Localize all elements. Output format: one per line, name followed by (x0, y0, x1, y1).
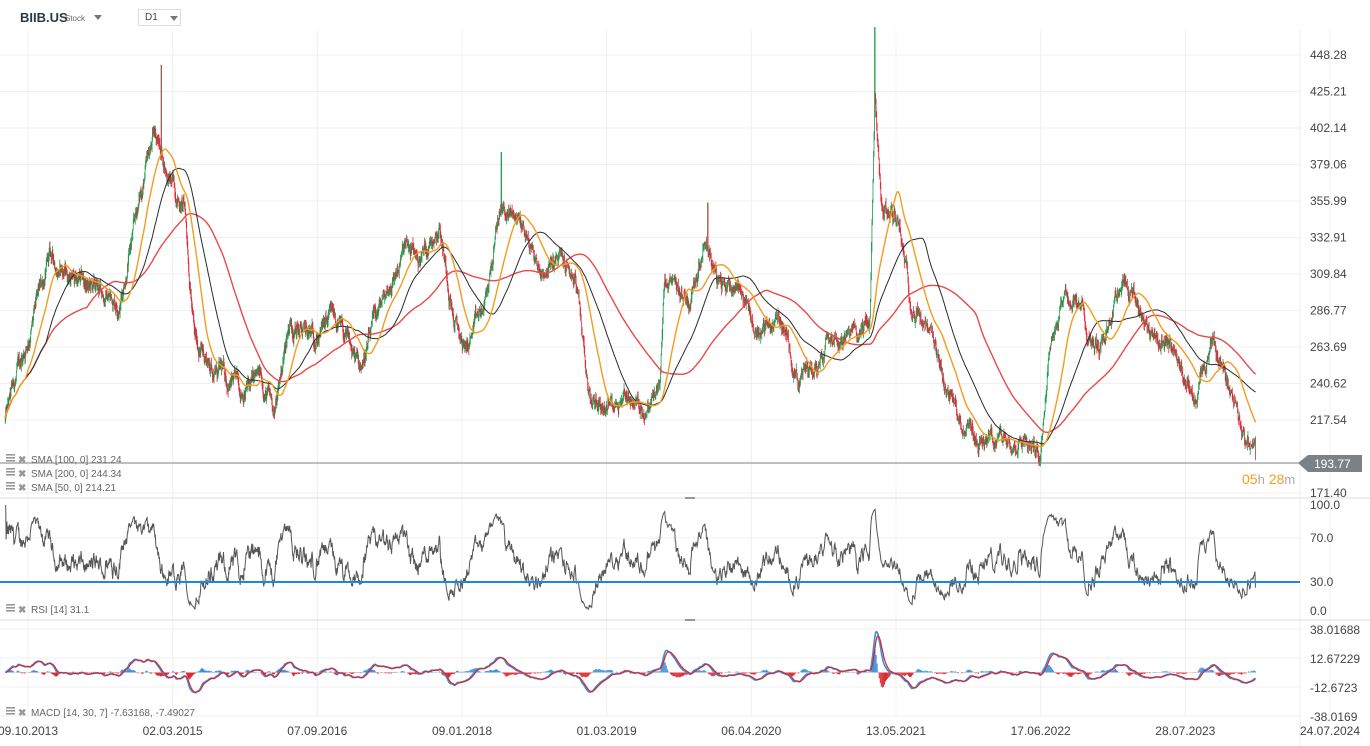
price-tick-label: 332.91 (1310, 231, 1347, 245)
sma-50-legend-text: SMA [50, 0] 214.21 (31, 483, 116, 494)
menu-icon-bar (6, 488, 15, 490)
macd-tick-label: -38.0169 (1310, 710, 1358, 724)
close-icon[interactable]: ✖ (18, 483, 26, 494)
price-tick-label: 379.06 (1310, 158, 1347, 172)
macd-tick-label: 12.67229 (1310, 652, 1360, 666)
menu-icon[interactable] (6, 454, 15, 462)
panel-resize-handle[interactable] (685, 497, 695, 499)
time-tick-label: 06.04.2020 (721, 724, 781, 738)
close-icon[interactable]: ✖ (18, 605, 26, 616)
time-tick-label: 01.03.2019 (577, 724, 637, 738)
chart-canvas[interactable]: 193.77 05h 28m 448.28 425.21 402.14 379.06 35… (0, 0, 1370, 746)
time-tick-label: 09.01.2018 (432, 724, 492, 738)
time-tick-label: 09.10.2013 (0, 724, 58, 738)
sma-50-legend[interactable]: ✖ SMA [50, 0] 214.21 (6, 482, 116, 494)
menu-icon[interactable] (6, 468, 15, 476)
price-tick-label: 240.62 (1310, 377, 1347, 391)
rsi-tick-label: 100.0 (1310, 498, 1340, 512)
close-icon[interactable]: ✖ (18, 455, 26, 466)
current-price-tag: 193.77 (1298, 455, 1362, 472)
macd-line (4, 630, 1256, 694)
price-tick-label: 448.28 (1310, 48, 1347, 62)
menu-icon-bar (6, 610, 15, 612)
rsi-tick-label: 70.0 (1310, 531, 1334, 545)
macd-signal-line (5, 635, 1256, 693)
current-price-value: 193.77 (1314, 457, 1351, 471)
macd-tick-label: 38.01688 (1310, 623, 1360, 637)
menu-icon-bar (6, 457, 15, 459)
time-tick-label: 28.07.2023 (1155, 724, 1215, 738)
macd-tick-label: -12.6723 (1310, 681, 1358, 695)
close-icon[interactable]: ✖ (18, 469, 26, 480)
price-tick-label: 425.21 (1310, 84, 1347, 98)
menu-icon[interactable] (6, 707, 15, 715)
rsi-legend[interactable]: ✖ RSI [14] 31.1 (6, 604, 90, 616)
menu-icon-bar (6, 482, 15, 484)
menu-icon-bar (6, 485, 15, 487)
price-tick-label: 355.99 (1310, 194, 1347, 208)
macd-legend-text: MACD [14, 30, 7] -7.63168, -7.49027 (31, 708, 195, 719)
rsi-tick-label: 30.0 (1310, 575, 1334, 589)
time-tick-label: 07.09.2016 (287, 724, 347, 738)
price-axis: 448.28 425.21 402.14 379.06 355.99 332.91 309.… (1310, 48, 1347, 500)
sma-200-legend-text: SMA [200, 0] 244.34 (31, 469, 122, 480)
rsi-panel: 100.0 70.0 30.0 0.0 (0, 498, 1340, 618)
rsi-line (5, 504, 1256, 611)
price-tick-label: 286.77 (1310, 303, 1347, 317)
menu-icon-bar (6, 713, 15, 715)
sma-200-legend[interactable]: ✖ SMA [200, 0] 244.34 (6, 468, 122, 480)
menu-icon-bar (6, 460, 15, 462)
price-tick-label: 263.69 (1310, 340, 1347, 354)
time-tick-label: 02.03.2015 (143, 724, 203, 738)
menu-icon[interactable] (6, 482, 15, 490)
panel-resize-handle[interactable] (685, 619, 695, 621)
rsi-tick-label: 0.0 (1310, 604, 1327, 618)
menu-icon-bar (6, 607, 15, 609)
macd-panel: 38.01688 12.67229 -12.6723 -38.0169 (0, 623, 1360, 724)
time-axis: 09.10.2013 02.03.2015 07.09.2016 09.01.2018… (0, 724, 1360, 738)
close-icon[interactable]: ✖ (18, 708, 26, 719)
price-tick-label: 217.54 (1310, 413, 1347, 427)
price-tick-label: 402.14 (1310, 121, 1347, 135)
price-tick-label: 309.84 (1310, 267, 1347, 281)
time-tick-label: 17.06.2022 (1011, 724, 1071, 738)
menu-icon-bar (6, 604, 15, 606)
rsi-legend-text: RSI [14] 31.1 (31, 605, 90, 616)
menu-icon[interactable] (6, 604, 15, 612)
menu-icon-bar (6, 474, 15, 476)
menu-icon-bar (6, 468, 15, 470)
bar-countdown: 05h 28m (1242, 471, 1295, 487)
menu-icon-bar (6, 707, 15, 709)
menu-icon-bar (6, 710, 15, 712)
menu-icon-bar (6, 454, 15, 456)
candles (4, 26, 1256, 467)
sma-100-legend[interactable]: ✖ SMA [100, 0] 231.24 (6, 454, 122, 466)
menu-icon-bar (6, 471, 15, 473)
time-tick-label: 24.07.2024 (1300, 724, 1360, 738)
indicator-legends: ✖ SMA [100, 0] 231.24 ✖ SMA [200, 0] 244.34… (6, 454, 195, 719)
sma-100-legend-text: SMA [100, 0] 231.24 (31, 455, 122, 466)
time-tick-label: 13.05.2021 (866, 724, 926, 738)
macd-legend[interactable]: ✖ MACD [14, 30, 7] -7.63168, -7.49027 (6, 707, 195, 719)
